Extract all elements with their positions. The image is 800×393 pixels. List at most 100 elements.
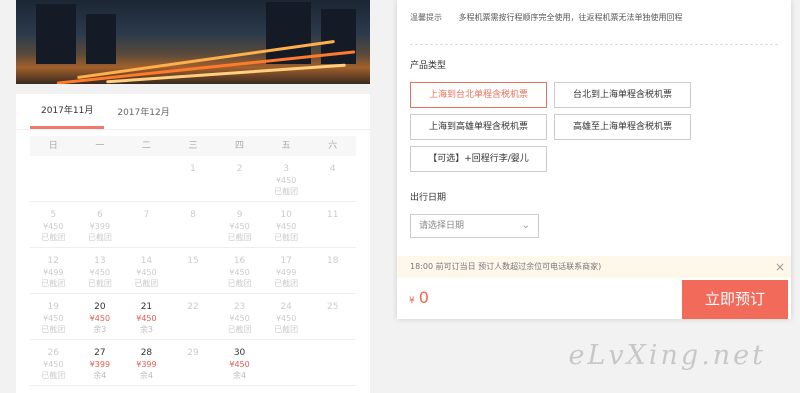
calendar-day: 2 xyxy=(216,156,263,202)
day-status: 余4 xyxy=(233,371,247,380)
day-status: 已截团 xyxy=(274,325,299,334)
option-tpe-sha[interactable]: 台北到上海单程含税机票 xyxy=(554,82,691,108)
day-number: 2 xyxy=(236,164,243,174)
checkout-bar: ¥0 立即预订 xyxy=(397,280,791,319)
calendar-day xyxy=(76,156,124,202)
day-price: ¥399 xyxy=(89,222,111,231)
day-price: ¥450 xyxy=(136,268,157,277)
calendar-day: 29 xyxy=(169,340,217,386)
day-number: 22 xyxy=(187,302,199,312)
day-number: 30 xyxy=(233,348,246,358)
date-calendar: 2017年11月 2017年12月 日 一 二 三 四 五 六 1 2 3 ¥450 已… xyxy=(16,94,370,393)
date-placeholder: 请选择日期 xyxy=(419,221,465,231)
option-sha-tpe[interactable]: 上海到台北单程含税机票 xyxy=(410,82,547,108)
day-number: 19 xyxy=(47,302,59,312)
calendar-day xyxy=(123,156,170,202)
close-icon[interactable]: × xyxy=(775,256,785,278)
total-price: ¥0 xyxy=(409,288,429,307)
calendar-day: 10 ¥450 已截团 xyxy=(262,202,310,248)
calendar-day: 18 xyxy=(309,248,356,294)
day-price: ¥450 xyxy=(136,314,157,323)
date-select[interactable]: 请选择日期 ⌄ xyxy=(410,214,539,238)
book-now-button[interactable]: 立即预订 xyxy=(682,280,788,319)
day-status: 已截团 xyxy=(227,325,252,334)
product-type-label: 产品类型 xyxy=(410,61,447,71)
day-price: ¥450 xyxy=(43,222,64,231)
day-number: 4 xyxy=(329,164,336,174)
day-price: ¥450 xyxy=(43,314,64,323)
day-number: 28 xyxy=(140,348,153,358)
calendar-day xyxy=(262,340,310,386)
day-status: 已截团 xyxy=(87,279,112,288)
day-number: 23 xyxy=(233,302,246,312)
day-price: ¥450 xyxy=(229,268,250,277)
day-number: 25 xyxy=(326,302,339,312)
day-price: ¥450 xyxy=(275,176,297,185)
day-status: 已截团 xyxy=(41,325,66,334)
day-price: ¥399 xyxy=(136,360,157,369)
day-price: ¥450 xyxy=(229,360,250,369)
tab-month-nov[interactable]: 2017年11月 xyxy=(30,93,105,129)
option-sha-khh[interactable]: 上海到高雄单程含税机票 xyxy=(410,114,547,140)
calendar-day: 24 ¥450 已截团 xyxy=(262,294,310,340)
day-status: 余3 xyxy=(139,325,153,334)
calendar-day: 25 xyxy=(309,294,356,340)
calendar-day: 11 xyxy=(309,202,356,248)
day-number: 10 xyxy=(280,210,292,220)
day-number: 26 xyxy=(47,348,59,358)
date-label: 出行日期 xyxy=(410,193,447,203)
calendar-day: 5 ¥450 已截团 xyxy=(30,202,77,248)
option-baggage-infant[interactable]: 【可选】+回程行李/婴儿 xyxy=(410,146,547,172)
day-number: 17 xyxy=(280,256,292,266)
calendar-day: 26 ¥450 已截团 xyxy=(30,340,77,386)
calendar-day: 13 ¥450 已截团 xyxy=(76,248,124,294)
day-number: 27 xyxy=(94,348,106,358)
weekday-label: 二 xyxy=(141,141,151,151)
calendar-day[interactable]: 30 ¥450 余4 xyxy=(216,340,263,386)
day-price: ¥399 xyxy=(89,360,111,369)
day-price: ¥499 xyxy=(275,268,297,277)
day-number: 21 xyxy=(140,302,153,312)
weekday-header: 日 一 二 三 四 五 六 xyxy=(30,136,356,156)
calendar-day: 12 ¥499 已截团 xyxy=(30,248,77,294)
day-number: 6 xyxy=(96,210,103,220)
day-number: 8 xyxy=(190,210,196,220)
calendar-grid: 1 2 3 ¥450 已截团 4 5 ¥450 已截团 6 ¥399 已截团 7 8 9 ¥450 已截团 10 ¥… xyxy=(30,156,356,386)
day-status: 已截团 xyxy=(227,233,252,242)
day-status: 已截团 xyxy=(274,187,299,196)
calendar-day: 3 ¥450 已截团 xyxy=(262,156,310,202)
watermark: eLvXing.net xyxy=(568,340,766,371)
day-status: 已截团 xyxy=(41,279,66,288)
day-status: 已截团 xyxy=(87,233,112,242)
day-number: 13 xyxy=(94,256,106,266)
day-number: 16 xyxy=(233,256,246,266)
calendar-day[interactable]: 28 ¥399 余4 xyxy=(123,340,170,386)
day-price: ¥450 xyxy=(229,314,250,323)
option-khh-sha[interactable]: 高雄至上海单程含税机票 xyxy=(554,114,691,140)
notice-bar: 18:00 前可订当日 预订人数超过余位可电话联系商家) × xyxy=(397,256,791,278)
day-number: 20 xyxy=(94,302,106,312)
day-status: 已截团 xyxy=(274,233,299,242)
day-price: ¥450 xyxy=(275,222,297,231)
day-number: 3 xyxy=(283,164,289,174)
calendar-day: 6 ¥399 已截团 xyxy=(76,202,124,248)
notice-text: 18:00 前可订当日 预订人数超过余位可电话联系商家) xyxy=(410,262,602,271)
weekday-label: 六 xyxy=(328,141,338,151)
day-number: 18 xyxy=(326,256,339,266)
day-price: ¥450 xyxy=(229,222,250,231)
weekday-label: 一 xyxy=(95,141,105,151)
calendar-day: 22 xyxy=(169,294,217,340)
tab-month-dec[interactable]: 2017年12月 xyxy=(106,93,180,129)
weekday-label: 日 xyxy=(48,141,58,151)
calendar-day: 16 ¥450 已截团 xyxy=(216,248,263,294)
calendar-day[interactable]: 21 ¥450 余3 xyxy=(123,294,170,340)
day-number: 14 xyxy=(140,256,153,266)
tip-text: 多程机票需按行程顺序完全使用，往返程机票无法单独使用回程 xyxy=(458,13,683,22)
day-status: 已截团 xyxy=(227,279,252,288)
day-price: ¥499 xyxy=(43,268,64,277)
calendar-day[interactable]: 20 ¥450 余3 xyxy=(76,294,124,340)
booking-panel: 温馨提示 多程机票需按行程顺序完全使用，往返程机票无法单独使用回程 产品类型 上… xyxy=(397,0,791,319)
day-status: 已截团 xyxy=(134,279,159,288)
day-status: 已截团 xyxy=(41,233,66,242)
calendar-day[interactable]: 27 ¥399 余4 xyxy=(76,340,124,386)
